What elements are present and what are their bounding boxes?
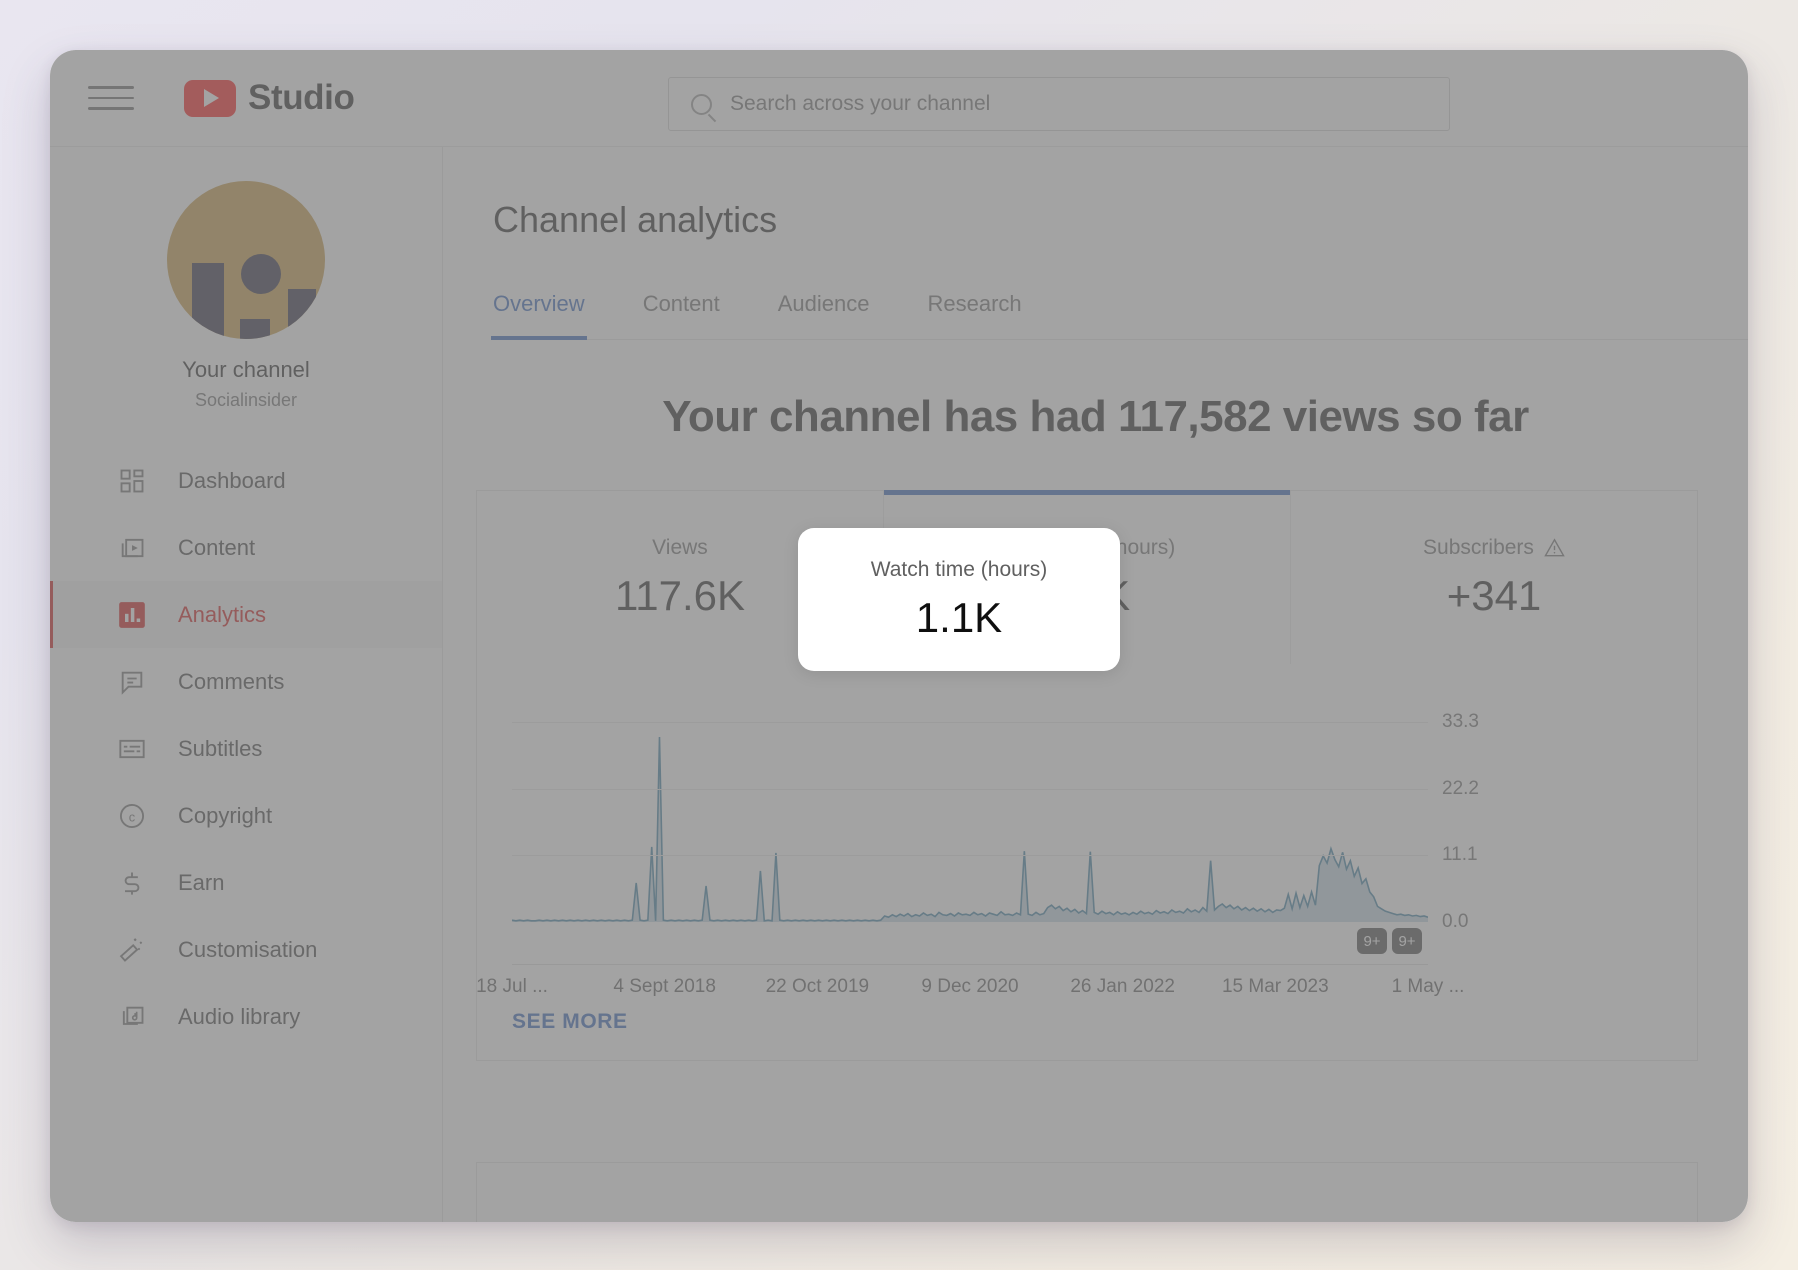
chart-x-tick: 1 May ... — [1391, 976, 1465, 997]
svg-text:c: c — [129, 809, 136, 824]
copyright-icon: c — [118, 802, 146, 830]
spotlight-watch-time-card[interactable]: Watch time (hours) 1.1K — [798, 528, 1120, 671]
sidebar-item-copyright[interactable]: c Copyright — [50, 782, 442, 849]
watch-time-chart[interactable]: 33.3 22.2 11.1 0.0 18 Jul ... 4 Sept 2018 22 … — [476, 664, 1697, 997]
sidebar-item-content[interactable]: Content — [50, 514, 442, 581]
sidebar-item-label: Analytics — [178, 601, 267, 627]
tab-audience[interactable]: Audience — [778, 285, 870, 339]
sidebar-item-label: Comments — [178, 668, 285, 694]
channel-header[interactable]: Your channel Socialinsider — [50, 147, 442, 411]
chart-x-axis — [512, 964, 1428, 965]
chart-y-tick: 11.1 — [1442, 844, 1478, 866]
metric-label-text: Subscribers — [1423, 535, 1534, 559]
hamburger-icon[interactable] — [88, 81, 134, 115]
sidebar-item-label: Content — [178, 534, 256, 560]
sidebar-item-label: Customisation — [178, 936, 318, 962]
studio-wordmark: Studio — [248, 78, 355, 117]
analytics-icon — [118, 601, 146, 629]
spotlight-label: Watch time (hours) — [870, 557, 1048, 581]
next-card-strip — [476, 1162, 1698, 1222]
dashboard-icon — [118, 467, 146, 495]
comments-icon — [118, 668, 146, 696]
sidebar: Your channel Socialinsider Dashboard Con… — [50, 147, 443, 1222]
main-content: Channel analytics Overview Content Audie… — [443, 147, 1748, 1222]
earn-icon — [118, 869, 146, 897]
sidebar-item-label: Copyright — [178, 802, 273, 828]
channel-label: Your channel — [182, 357, 310, 382]
tab-overview[interactable]: Overview — [491, 285, 587, 340]
analytics-tabs: Overview Content Audience Research — [491, 285, 1748, 340]
sidebar-item-label: Earn — [178, 869, 225, 895]
youtube-play-icon — [184, 79, 236, 117]
sidebar-item-audio-library[interactable]: Audio library — [50, 983, 442, 1050]
chart-y-tick: 0.0 — [1442, 911, 1469, 932]
search-bar[interactable] — [668, 77, 1450, 131]
sidebar-item-comments[interactable]: Comments — [50, 648, 442, 715]
metric-value: +341 — [1446, 571, 1542, 619]
channel-name: Socialinsider — [194, 390, 298, 410]
chart-x-tick: 9 Dec 2020 — [921, 976, 1019, 997]
avatar — [167, 181, 325, 339]
audio-library-icon — [118, 1003, 146, 1031]
chart-x-tick: 18 Jul ... — [476, 976, 548, 997]
sidebar-item-label: Audio library — [178, 1003, 301, 1029]
views-headline: Your channel has had 117,582 views so fa… — [662, 392, 1529, 441]
chart-x-tick: 26 Jan 2022 — [1070, 976, 1175, 997]
search-input[interactable] — [730, 92, 1330, 116]
chart-series — [512, 722, 1428, 922]
chart-x-tick: 4 Sept 2018 — [613, 976, 716, 997]
customisation-icon — [118, 936, 146, 964]
chart-plot — [512, 722, 1428, 922]
chart-y-tick: 22.2 — [1442, 777, 1479, 799]
tab-content[interactable]: Content — [643, 285, 720, 339]
sidebar-item-subtitles[interactable]: Subtitles — [50, 715, 442, 782]
top-bar: Studio — [50, 50, 1748, 147]
see-more-link[interactable]: SEE MORE — [512, 1010, 628, 1060]
sidebar-item-label: Subtitles — [178, 735, 263, 761]
chart-x-tick: 22 Oct 2019 — [765, 976, 870, 997]
metric-subscribers[interactable]: Subscribers +341 — [1291, 491, 1697, 664]
sidebar-item-label: Dashboard — [178, 467, 286, 493]
tab-research[interactable]: Research — [928, 285, 1022, 339]
metric-label: Subscribers — [1423, 536, 1565, 560]
chart-badge[interactable]: 9+ — [1392, 928, 1422, 954]
metric-value: 117.6K — [615, 571, 745, 619]
sidebar-item-earn[interactable]: Earn — [50, 849, 442, 916]
browser-window: Studio Your channel Socialinsider — [50, 50, 1748, 1222]
warning-icon — [1544, 538, 1565, 557]
sidebar-item-dashboard[interactable]: Dashboard — [50, 447, 442, 514]
subtitles-icon — [118, 735, 146, 763]
chart-badge[interactable]: 9+ — [1357, 928, 1387, 954]
chart-x-tick: 15 Mar 2023 — [1221, 976, 1329, 997]
sidebar-item-analytics[interactable]: Analytics — [50, 581, 442, 648]
spotlight-value: 1.1K — [915, 593, 1003, 641]
search-icon — [691, 93, 712, 115]
sidebar-item-customisation[interactable]: Customisation — [50, 916, 442, 983]
metric-label: Views — [652, 535, 708, 559]
studio-logo[interactable]: Studio — [184, 78, 355, 118]
chart-y-tick: 33.3 — [1442, 711, 1479, 732]
sidebar-nav: Dashboard Content Analytics Comments Sub… — [50, 447, 442, 1050]
page-title: Channel analytics — [493, 199, 778, 240]
content-icon — [118, 534, 146, 562]
